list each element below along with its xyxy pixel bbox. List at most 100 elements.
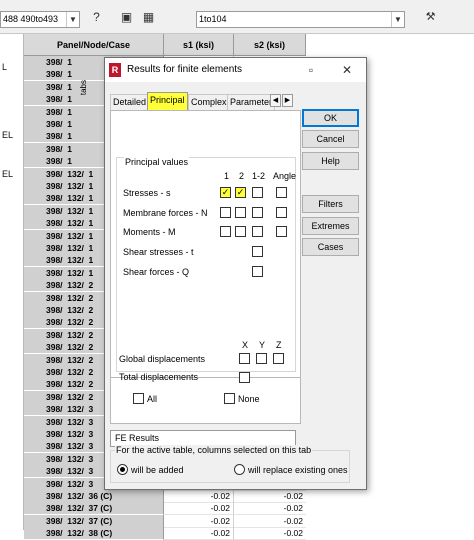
left-label: EL (2, 169, 14, 179)
principal-checkbox[interactable] (276, 226, 287, 237)
extremes-button[interactable]: Extremes (302, 217, 359, 235)
row-s2-cell[interactable]: -0.02 (234, 502, 306, 516)
will-be-added-label: will be added (131, 465, 184, 475)
row-key-cell[interactable]: 398/ 132/ 38 (C) (24, 527, 164, 540)
column-header-key[interactable]: Panel/Node/Case (24, 34, 164, 56)
principal-checkbox[interactable] (276, 187, 287, 198)
principal-checkbox[interactable] (220, 226, 231, 237)
row-s2-cell[interactable]: -0.02 (234, 527, 306, 540)
will-be-added-radio[interactable] (117, 464, 128, 475)
none-label: None (238, 394, 260, 404)
row-s1-cell[interactable]: -0.02 (164, 490, 234, 503)
table-row[interactable]: 398/ 132/ 37 (C) -0.02 -0.02 (24, 514, 306, 528)
case-combo-value: 1to104 (199, 14, 227, 24)
tab-detailed[interactable]: Detailed (110, 94, 150, 110)
selection-combo[interactable]: 488 490to493 ▼ (0, 11, 80, 28)
row-s2-cell[interactable]: -0.02 (234, 490, 306, 503)
left-label: EL (2, 130, 14, 140)
table-row[interactable]: 398/ 132/ 38 (C) -0.02 -0.02 (24, 527, 306, 540)
all-checkbox[interactable] (133, 393, 144, 404)
dialog-title: Results for finite elements (127, 64, 243, 75)
tab-scroll-right-icon[interactable]: ▶ (282, 94, 293, 107)
principal-checkbox[interactable] (235, 207, 246, 218)
row-key-cell[interactable]: 398/ 132/ 37 (C) (24, 502, 164, 516)
principal-checkbox[interactable]: ✓ (220, 187, 231, 198)
row-s1-cell[interactable]: -0.02 (164, 514, 234, 528)
column-header-s2[interactable]: s2 (ksi) (234, 34, 306, 56)
all-label: All (147, 394, 158, 404)
global-disp-z-checkbox[interactable] (273, 353, 284, 364)
principal-checkbox[interactable] (252, 207, 263, 218)
results-dialog: R Results for finite elements ▫ ✕ tabs D… (79, 57, 367, 490)
col-header-1-2: 1-2 (252, 171, 266, 181)
principal-row-label: Stresses - s (123, 188, 171, 198)
tab-principal[interactable]: Principal (147, 92, 188, 110)
restore-icon[interactable]: ▫ (301, 61, 321, 79)
principal-row-label: Membrane forces - N (123, 208, 208, 218)
row-s1-cell[interactable]: -0.02 (164, 502, 234, 516)
principal-checkbox[interactable] (235, 226, 246, 237)
total-displacements-label: Total displacements (119, 372, 199, 382)
column-mode-group: For the active table, columns selected o… (110, 445, 350, 483)
row-s1-cell[interactable]: -0.02 (164, 527, 234, 540)
will-replace-radio[interactable] (234, 464, 245, 475)
principal-panel-lower: Total displacements All None (110, 372, 301, 424)
table-icon[interactable]: ▦ (140, 9, 157, 26)
case-combo[interactable]: 1to104 ▼ (196, 11, 405, 28)
global-disp-x-checkbox[interactable] (239, 353, 250, 364)
principal-checkbox[interactable] (220, 207, 231, 218)
axis-y-label: Y (259, 340, 266, 350)
group-title: Principal values (124, 157, 190, 167)
crane-icon[interactable]: ⚒ (422, 9, 439, 26)
principal-checkbox[interactable] (252, 226, 263, 237)
principal-checkbox[interactable] (252, 187, 263, 198)
principal-panel: Principal values 1 2 1-2 Angle Stresses … (110, 110, 301, 378)
tab-complex[interactable]: Complex (188, 94, 230, 110)
col-header-angle: Angle (273, 171, 297, 181)
chevron-down-icon: ▼ (66, 12, 79, 27)
principal-row-label: Shear forces - Q (123, 267, 190, 277)
left-label: L (2, 62, 8, 72)
tab-parameter[interactable]: Parameter (227, 94, 276, 110)
column-header-s1[interactable]: s1 (ksi) (164, 34, 234, 56)
column-mode-title: For the active table, columns selected o… (115, 445, 313, 455)
table-header: Panel/Node/Case s1 (ksi) s2 (ksi) (24, 34, 306, 56)
tabs-label: tabs (79, 80, 88, 96)
tab-scroll-left-icon[interactable]: ◀ (270, 94, 281, 107)
close-icon[interactable]: ✕ (337, 61, 357, 79)
toolbar: 488 490to493 ▼ ? ▣ ▦ 1to104 ▼ ⚒ (0, 0, 474, 34)
col-header-1: 1 (224, 171, 230, 181)
principal-checkbox[interactable] (252, 246, 263, 257)
axis-z-label: Z (276, 340, 282, 350)
total-disp-checkbox[interactable] (239, 372, 250, 383)
global-disp-y-checkbox[interactable] (256, 353, 267, 364)
will-replace-label: will replace existing ones (248, 465, 348, 475)
row-s2-cell[interactable]: -0.02 (234, 515, 306, 528)
filters-button[interactable]: Filters (302, 195, 359, 213)
ok-button[interactable]: OK (302, 109, 359, 127)
global-displacements-label: Global displacements (119, 354, 206, 364)
help-button[interactable]: Help (302, 152, 359, 170)
principal-checkbox[interactable] (276, 207, 287, 218)
table-row[interactable]: 398/ 132/ 37 (C) -0.02 -0.02 (24, 502, 306, 516)
principal-checkbox[interactable] (252, 266, 263, 277)
principal-row-label: Shear stresses - t (123, 247, 194, 257)
col-header-2: 2 (239, 171, 245, 181)
axis-x-label: X (242, 340, 249, 350)
principal-values-group: Principal values 1 2 1-2 Angle Stresses … (116, 157, 296, 372)
window-icon[interactable]: ▣ (118, 9, 135, 26)
cancel-button[interactable]: Cancel (302, 130, 359, 148)
app-logo-icon: R (109, 63, 121, 77)
selection-combo-value: 488 490to493 (3, 14, 59, 24)
row-key-cell[interactable]: 398/ 132/ 36 (C) (24, 490, 164, 503)
principal-checkbox[interactable]: ✓ (235, 187, 246, 198)
row-key-cell[interactable]: 398/ 132/ 37 (C) (24, 514, 164, 528)
dialog-titlebar[interactable]: R Results for finite elements ▫ ✕ (105, 58, 366, 82)
none-checkbox[interactable] (224, 393, 235, 404)
cases-button[interactable]: Cases (302, 238, 359, 256)
help-question-icon[interactable]: ? (88, 9, 105, 26)
left-panel: L EL EL (0, 34, 24, 530)
principal-row-label: Moments - M (123, 227, 176, 237)
table-row[interactable]: 398/ 132/ 36 (C) -0.02 -0.02 (24, 490, 306, 503)
chevron-down-icon: ▼ (391, 12, 404, 27)
